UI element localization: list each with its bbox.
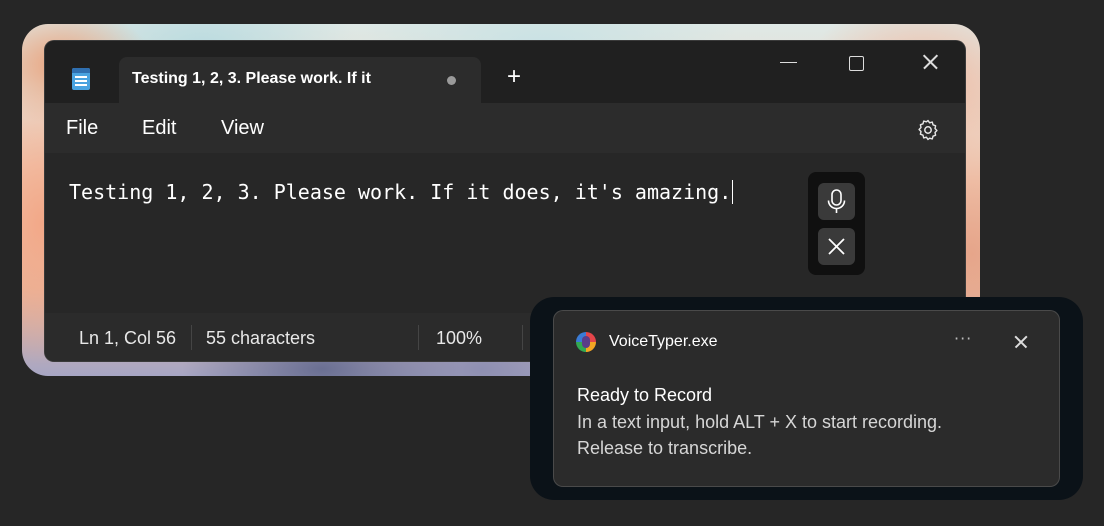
notification-body: In a text input, hold ALT + X to start r… (577, 409, 1047, 461)
notepad-icon (72, 68, 90, 90)
notification-line-2: Release to transcribe. (577, 438, 753, 458)
close-icon (828, 238, 845, 255)
menu-file[interactable]: File (66, 117, 98, 140)
cancel-recording-button[interactable] (818, 228, 855, 265)
status-divider (191, 325, 192, 350)
status-divider (418, 325, 419, 350)
tab-title: Testing 1, 2, 3. Please work. If it (132, 70, 371, 87)
document-tab[interactable]: Testing 1, 2, 3. Please work. If it (119, 57, 481, 103)
voice-typer-toolbar (808, 172, 865, 275)
maximize-button[interactable] (835, 47, 879, 77)
voicetyper-logo-icon (576, 332, 596, 352)
zoom-level[interactable]: 100% (436, 328, 482, 349)
title-bar: Testing 1, 2, 3. Please work. If it + (45, 41, 965, 103)
notification-title: Ready to Record (577, 385, 713, 405)
status-divider (522, 325, 523, 350)
notification-app-name: VoiceTyper.exe (609, 333, 718, 350)
menu-bar: File Edit View (45, 103, 965, 153)
microphone-icon (827, 189, 846, 213)
more-options-button[interactable]: ··· (954, 329, 972, 348)
notification-line-1: In a text input, hold ALT + X to start r… (577, 412, 943, 432)
unsaved-dot-icon (447, 76, 456, 85)
menu-edit[interactable]: Edit (142, 117, 176, 140)
notification-toast[interactable]: VoiceTyper.exe ··· Ready to Record In a … (554, 311, 1059, 486)
close-notification-button[interactable] (1013, 334, 1029, 350)
text-caret (732, 180, 734, 204)
menu-view[interactable]: View (221, 117, 264, 140)
new-tab-button[interactable]: + (507, 63, 521, 91)
record-button[interactable] (818, 183, 855, 220)
close-window-button[interactable] (908, 47, 952, 77)
character-count: 55 characters (206, 328, 316, 348)
editor-text: Testing 1, 2, 3. Please work. If it does… (69, 180, 732, 204)
minimize-button[interactable] (767, 47, 811, 77)
editor-content[interactable]: Testing 1, 2, 3. Please work. If it does… (69, 180, 734, 204)
gear-icon[interactable] (916, 118, 940, 142)
cursor-position: Ln 1, Col 56 (79, 328, 177, 348)
